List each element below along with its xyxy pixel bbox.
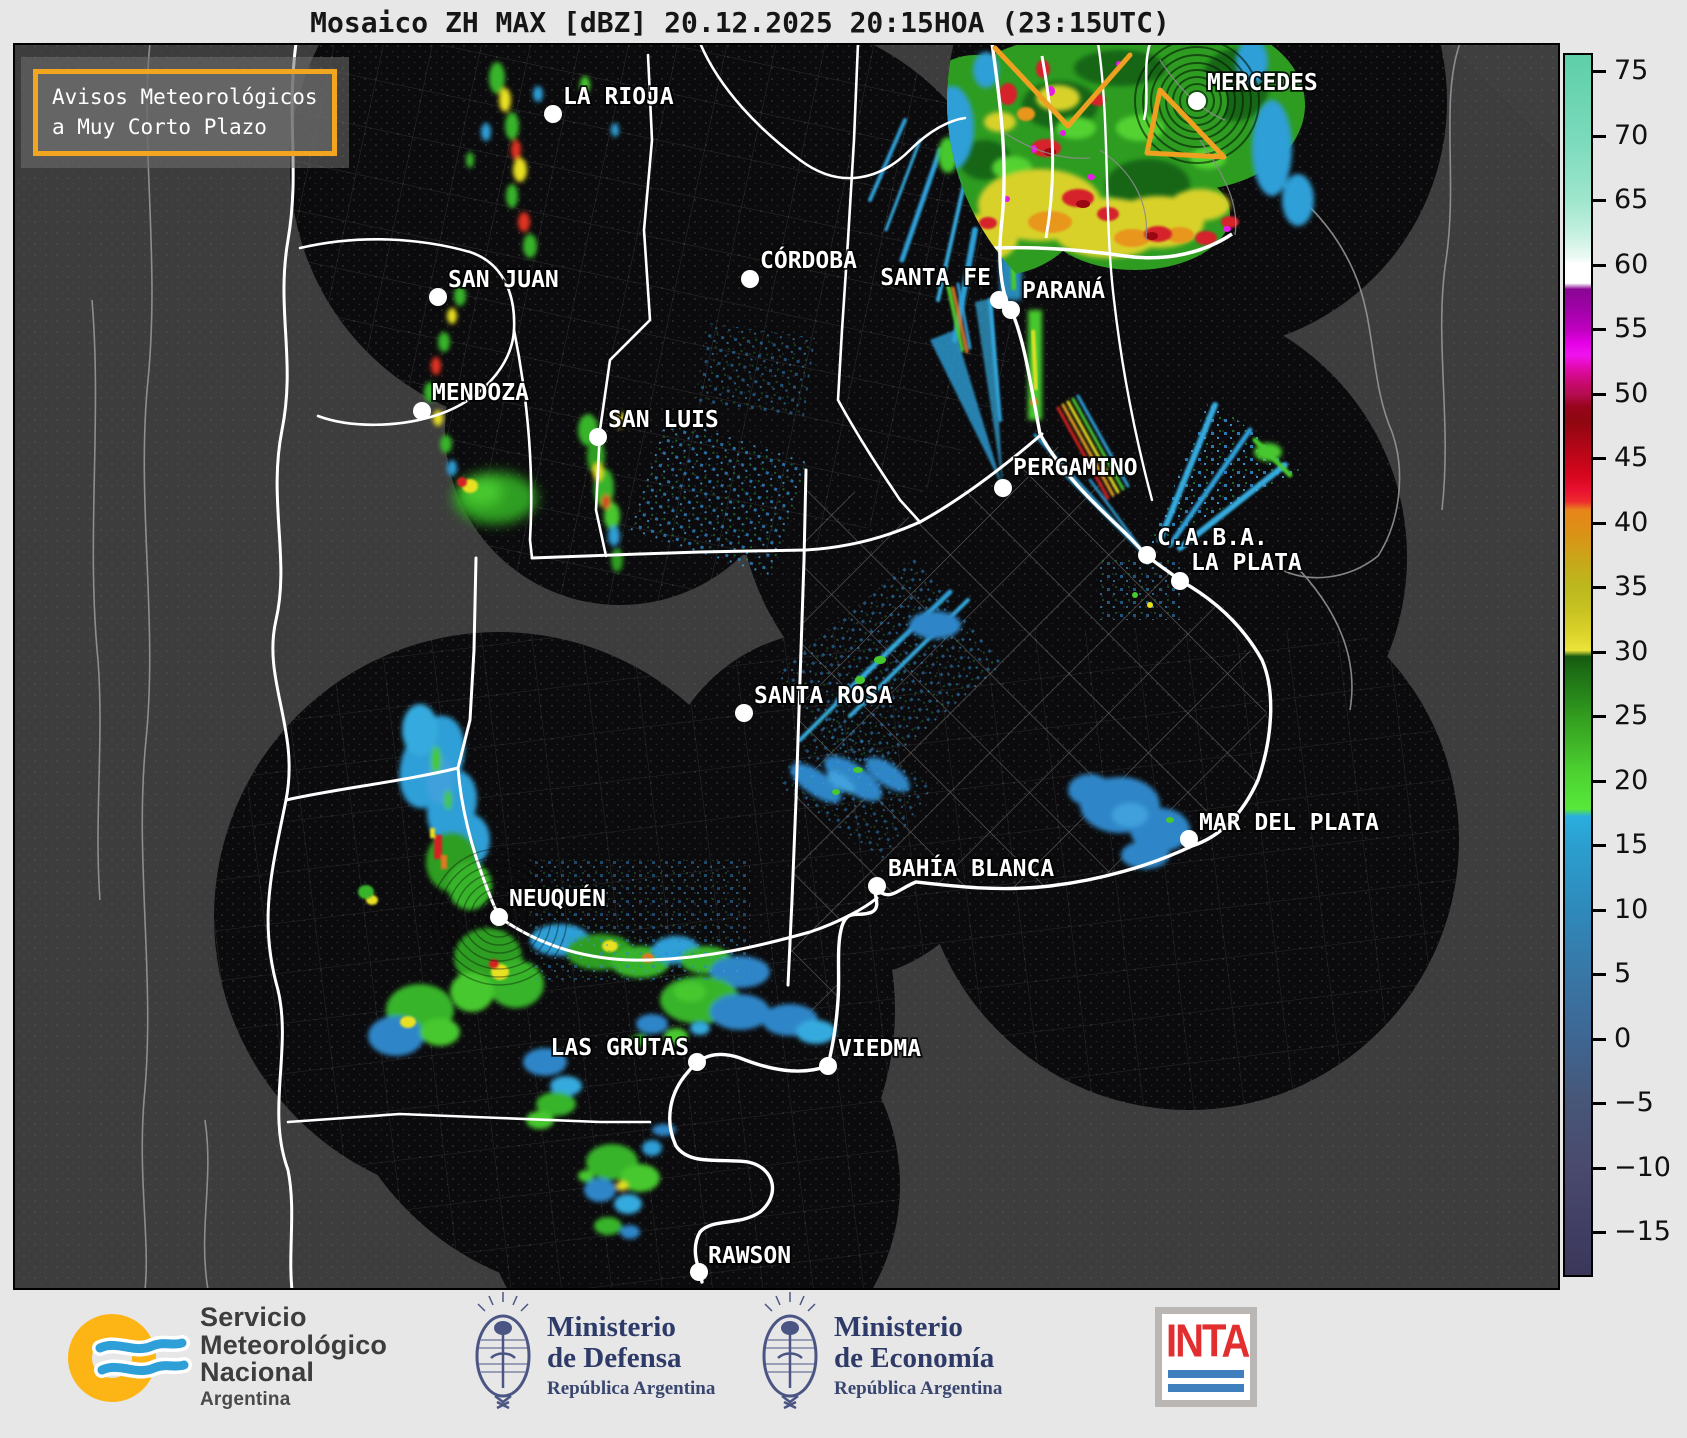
tick-label: 25 bbox=[1614, 699, 1649, 731]
tick-label: 30 bbox=[1614, 635, 1649, 667]
ministry-name-line: Ministerio bbox=[834, 1311, 963, 1343]
city-label: PARANÁ bbox=[1022, 276, 1105, 304]
ministry-name-line: de Defensa bbox=[547, 1342, 682, 1375]
tick-label: 55 bbox=[1614, 312, 1649, 344]
inta-label: INTA bbox=[1166, 1316, 1250, 1367]
city-marker bbox=[690, 1263, 708, 1281]
tick-label: −5 bbox=[1614, 1086, 1654, 1118]
city-marker bbox=[490, 908, 508, 926]
city-marker bbox=[1171, 572, 1189, 590]
tick-label: 75 bbox=[1614, 54, 1649, 86]
city-label: CÓRDOBA bbox=[760, 246, 857, 274]
coat-of-arms-icon bbox=[762, 1292, 818, 1410]
city-label: C.A.B.A. bbox=[1157, 525, 1268, 551]
city-marker bbox=[429, 288, 447, 306]
city-label: VIEDMA bbox=[838, 1036, 921, 1062]
tick-label: 35 bbox=[1614, 570, 1649, 602]
ministry-subtitle: República Argentina bbox=[834, 1377, 1003, 1399]
dbz-colorbar bbox=[1563, 53, 1593, 1277]
city-marker bbox=[735, 704, 753, 722]
city-label: SAN LUIS bbox=[608, 407, 719, 433]
city-marker bbox=[544, 105, 562, 123]
city-marker bbox=[1188, 92, 1206, 110]
city-label: SANTA FE bbox=[880, 265, 991, 291]
tick-label: 15 bbox=[1614, 828, 1649, 860]
city-label: RAWSON bbox=[708, 1243, 791, 1269]
city-marker bbox=[1138, 546, 1156, 564]
city-label: MAR DEL PLATA bbox=[1199, 810, 1379, 836]
city-marker bbox=[413, 402, 431, 420]
tick-label: 50 bbox=[1614, 377, 1649, 409]
city-label: PERGAMINO bbox=[1013, 455, 1138, 481]
smn-country: Argentina bbox=[200, 1388, 291, 1410]
smn-name-line: Nacional bbox=[200, 1357, 315, 1388]
city-label: BAHÍA BLANCA bbox=[888, 854, 1054, 882]
footer-logos: Servicio Meteorológico Nacional Argentin… bbox=[0, 1290, 1687, 1438]
coat-of-arms-icon bbox=[475, 1292, 531, 1410]
city-label: MERCEDES bbox=[1207, 70, 1318, 96]
city-label: MENDOZA bbox=[432, 380, 529, 406]
tick-label: −10 bbox=[1614, 1151, 1671, 1183]
tick-label: −15 bbox=[1614, 1215, 1671, 1247]
tick-label: 70 bbox=[1614, 119, 1649, 151]
smn-name-line: Meteorológico bbox=[200, 1329, 388, 1360]
tick-label: 5 bbox=[1614, 957, 1632, 989]
tick-label: 45 bbox=[1614, 441, 1649, 473]
dbz-colorbar-ticks: 75 70 65 60 55 50 45 40 35 30 25 20 15 1… bbox=[1593, 53, 1683, 1277]
radar-mosaic-page: Mosaico ZH MAX [dBZ] 20.12.2025 20:15HOA… bbox=[0, 0, 1687, 1438]
city-marker bbox=[589, 428, 607, 446]
inta-bar bbox=[1168, 1384, 1244, 1392]
tick-label: 10 bbox=[1614, 893, 1649, 925]
short-term-warnings-banner[interactable]: Avisos Meteorológicos a Muy Corto Plazo bbox=[33, 69, 337, 156]
city-label: NEUQUÉN bbox=[509, 884, 606, 912]
tick-label: 60 bbox=[1614, 248, 1649, 280]
tick-label: 20 bbox=[1614, 764, 1649, 796]
city-marker bbox=[1002, 301, 1020, 319]
city-marker bbox=[1180, 830, 1198, 848]
warning-line-2: a Muy Corto Plazo bbox=[52, 115, 267, 140]
city-label: SANTA ROSA bbox=[754, 683, 893, 709]
tick-label: 0 bbox=[1614, 1022, 1632, 1054]
inta-logo: INTA bbox=[1155, 1307, 1257, 1407]
ministry-name-line: de Economía bbox=[834, 1342, 995, 1375]
ministry-name-line: Ministerio bbox=[547, 1311, 676, 1343]
warning-line-1: Avisos Meteorológicos bbox=[52, 85, 318, 109]
city-marker bbox=[819, 1057, 837, 1075]
city-marker bbox=[741, 270, 759, 288]
city-marker bbox=[688, 1053, 706, 1071]
smn-name-line: Servicio bbox=[200, 1302, 307, 1332]
page-title: Mosaico ZH MAX [dBZ] 20.12.2025 20:15HOA… bbox=[310, 6, 1170, 39]
ministerio-defensa-logo: Ministerio de Defensa República Argentin… bbox=[455, 1290, 735, 1438]
city-marker bbox=[868, 877, 886, 895]
city-label: LA PLATA bbox=[1191, 550, 1302, 576]
city-label: SAN JUAN bbox=[448, 267, 559, 293]
inta-bar bbox=[1168, 1370, 1244, 1378]
ministry-subtitle: República Argentina bbox=[547, 1377, 716, 1399]
city-marker bbox=[994, 479, 1012, 497]
smn-logo: Servicio Meteorológico Nacional Argentin… bbox=[60, 1290, 390, 1438]
tick-label: 65 bbox=[1614, 183, 1649, 215]
city-label: LA RIOJA bbox=[563, 84, 674, 110]
radar-map[interactable]: LA RIOJA SAN JUAN CÓRDOBA MENDOZA SAN LU… bbox=[13, 43, 1560, 1290]
city-label: LAS GRUTAS bbox=[551, 1035, 689, 1061]
tick-label: 40 bbox=[1614, 506, 1649, 538]
ministerio-economia-logo: Ministerio de Economía República Argenti… bbox=[742, 1290, 1042, 1438]
